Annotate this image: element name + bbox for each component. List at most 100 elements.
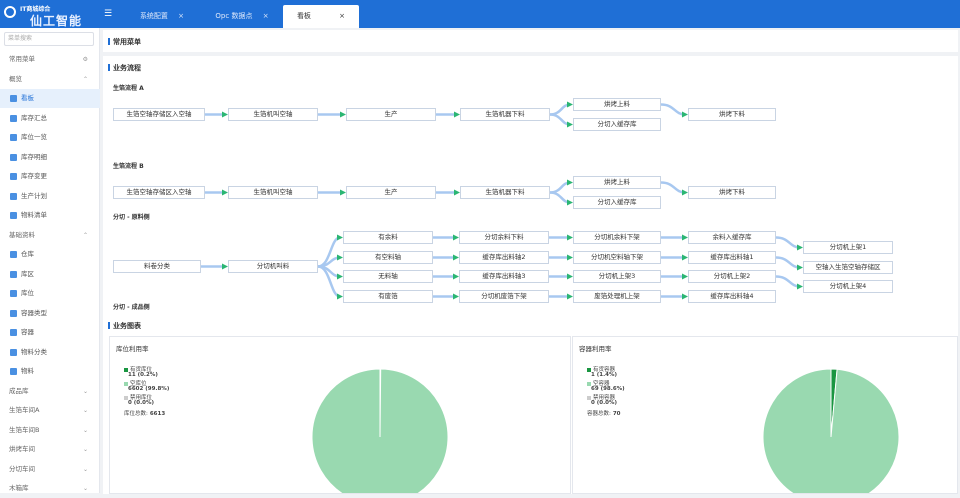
flow-node-c4[interactable]: 无料轴 — [343, 270, 433, 283]
sidebar-item-13[interactable]: 容器类型 — [0, 304, 100, 323]
close-icon[interactable]: × — [339, 12, 345, 20]
sidebar-group-1[interactable]: 概览 ⌃ — [0, 70, 100, 89]
flow-connector — [775, 256, 801, 269]
flow-node-c14[interactable]: 余料入缓存库 — [688, 231, 776, 244]
pie-chart: 98.6% — [762, 368, 900, 493]
sidebar-group-22[interactable]: 木箱库 ⌄ — [0, 479, 100, 498]
sidebar-group-0[interactable]: 常用菜单 ⚙ — [0, 50, 100, 69]
flow-node-b5[interactable]: 分切入缓存库 — [573, 196, 661, 209]
chevron-icon: ⌄ — [82, 485, 88, 492]
flow-node-c0[interactable]: 料卷分类 — [113, 260, 201, 273]
sidebar-item-label: 容器 — [21, 328, 34, 336]
sidebar-item-6[interactable]: 库存变更 — [0, 167, 100, 186]
tab-label: Opc 数据点 — [215, 12, 253, 20]
flow-node-b1[interactable]: 生箔机叫空轴 — [228, 186, 318, 199]
flow-node-b6[interactable]: 烘烤下料 — [688, 186, 776, 199]
sidebar-item-label: 生箔车间B — [9, 425, 40, 434]
sidebar-group-20[interactable]: 烘烤车间 ⌄ — [0, 440, 100, 459]
sidebar-item-label: 概览 — [9, 74, 22, 83]
menu-item-icon — [10, 329, 17, 336]
section-title: 常用菜单 — [108, 38, 141, 46]
main-content: 常用菜单 业务流程 生箔流程 A 生箔流程 B 分切 - 原料侧 分切 - 成品… — [103, 30, 960, 494]
pie-slice-1[interactable] — [762, 368, 900, 493]
sidebar-item-7[interactable]: 生产计划 — [0, 187, 100, 206]
menu-item-icon — [10, 134, 17, 141]
flow-node-c3[interactable]: 有空料轴 — [343, 251, 433, 264]
sidebar-item-label: 看板 — [21, 94, 34, 102]
sidebar-item-label: 仓库 — [21, 250, 34, 258]
sidebar-group-9[interactable]: 基础资料 ⌃ — [0, 226, 100, 245]
sidebar-item-15[interactable]: 物料分类 — [0, 343, 100, 362]
section-title: 业务图表 — [108, 322, 141, 330]
flow-node-c17[interactable]: 缓存库出料轴4 — [688, 290, 776, 303]
sidebar-item-11[interactable]: 库区 — [0, 265, 100, 284]
menu-item-icon — [10, 309, 17, 317]
chevron-icon: ⌃ — [82, 231, 88, 239]
sidebar-item-label: 物料清单 — [21, 211, 47, 219]
sidebar-group-21[interactable]: 分切车间 ⌄ — [0, 460, 100, 479]
sidebar-group-18[interactable]: 生箔车间A ⌄ — [0, 401, 100, 420]
flow-label: 生箔流程 B — [113, 163, 144, 170]
tab-system-config[interactable]: 系统配置 × — [122, 5, 202, 28]
charts-card: 业务图表 库位利用率 有货库位 11 (0.2%) 空库位 6602 (99.8%) 禁用… — [103, 314, 958, 494]
menu-item-icon — [10, 192, 17, 200]
flow-node-c10[interactable]: 分切机余料下架 — [573, 231, 661, 244]
flow-node-b4[interactable]: 烘烤上料 — [573, 176, 661, 189]
flow-node-a3[interactable]: 生箔机器下料 — [460, 108, 550, 121]
flow-node-a1[interactable]: 生箔机叫空轴 — [228, 108, 318, 121]
menu-search-input[interactable]: 菜单搜索 — [4, 32, 94, 46]
menu-item-icon — [10, 270, 17, 278]
tab-label: 系统配置 — [139, 12, 168, 20]
sidebar-item-14[interactable]: 容器 — [0, 323, 100, 342]
close-icon[interactable]: × — [263, 12, 269, 20]
flow-node-c11[interactable]: 分切机空料轴下架 — [573, 251, 661, 264]
sidebar-item-4[interactable]: 库位一览 — [0, 128, 100, 147]
flow-node-c2[interactable]: 有余料 — [343, 231, 433, 244]
menu-item-icon — [10, 153, 17, 161]
sidebar-item-3[interactable]: 库存汇总 — [0, 109, 100, 128]
flow-node-c20[interactable]: 分切机上架4 — [803, 280, 893, 293]
flow-node-c16[interactable]: 分切机上架2 — [688, 270, 776, 283]
flow-connector — [775, 236, 801, 249]
flow-node-c7[interactable]: 缓存库出料轴2 — [459, 251, 549, 264]
flow-node-a0[interactable]: 生箔空轴存储区入空轴 — [113, 108, 205, 121]
menu-item-icon — [10, 95, 17, 102]
flow-node-a5[interactable]: 分切入缓存库 — [573, 118, 661, 131]
flow-node-b0[interactable]: 生箔空轴存储区入空轴 — [113, 186, 205, 199]
flow-node-a4[interactable]: 烘烤上料 — [573, 98, 661, 111]
sidebar-item-5[interactable]: 库存明细 — [0, 148, 100, 167]
chevron-icon: ⌄ — [82, 446, 88, 453]
flow-node-c15[interactable]: 缓存库出料轴1 — [688, 251, 776, 264]
flow-node-c18[interactable]: 分切机上架1 — [803, 241, 893, 254]
sidebar-item-8[interactable]: 物料清单 — [0, 206, 100, 225]
flow-node-c8[interactable]: 缓存库出料轴3 — [459, 270, 549, 283]
menu-item-icon — [10, 368, 17, 375]
menu-toggle-icon[interactable]: ☰ — [104, 9, 114, 19]
flow-node-b3[interactable]: 生箔机器下料 — [460, 186, 550, 199]
tab-opc-points[interactable]: Opc 数据点 × — [202, 5, 282, 28]
flow-node-c12[interactable]: 分切机上架3 — [573, 270, 661, 283]
flow-node-c19[interactable]: 空轴入生箔空轴存储区 — [803, 261, 893, 274]
sidebar-item-label: 分切车间 — [9, 464, 35, 473]
flow-node-a2[interactable]: 生产 — [346, 108, 436, 121]
sidebar-item-label: 库位 — [21, 289, 34, 297]
pie-slice-1[interactable] — [311, 368, 449, 493]
flow-node-b2[interactable]: 生产 — [346, 186, 436, 199]
sidebar-item-2[interactable]: 看板 — [0, 89, 100, 108]
sidebar-item-10[interactable]: 仓库 — [0, 245, 100, 264]
sidebar-group-17[interactable]: 成品库 ⌄ — [0, 382, 100, 401]
sidebar-item-label: 库存变更 — [21, 172, 47, 180]
flow-node-c5[interactable]: 有废箔 — [343, 290, 433, 303]
tab-label: 看板 — [296, 12, 311, 20]
flow-node-c1[interactable]: 分切机叫料 — [228, 260, 318, 273]
sidebar-group-19[interactable]: 生箔车间B ⌄ — [0, 421, 100, 440]
sidebar-item-label: 烘烤车间 — [9, 445, 35, 453]
close-icon[interactable]: × — [178, 12, 184, 20]
flow-node-c9[interactable]: 分切机废箔下架 — [459, 290, 549, 303]
sidebar-item-16[interactable]: 物料 — [0, 362, 100, 381]
flow-node-a6[interactable]: 烘烤下料 — [688, 108, 776, 121]
flow-node-c6[interactable]: 分切余料下料 — [459, 231, 549, 244]
flow-node-c13[interactable]: 废箔处理机上架 — [573, 290, 661, 303]
tab-dashboard[interactable]: 看板 × — [283, 5, 359, 28]
sidebar-item-12[interactable]: 库位 — [0, 284, 100, 303]
